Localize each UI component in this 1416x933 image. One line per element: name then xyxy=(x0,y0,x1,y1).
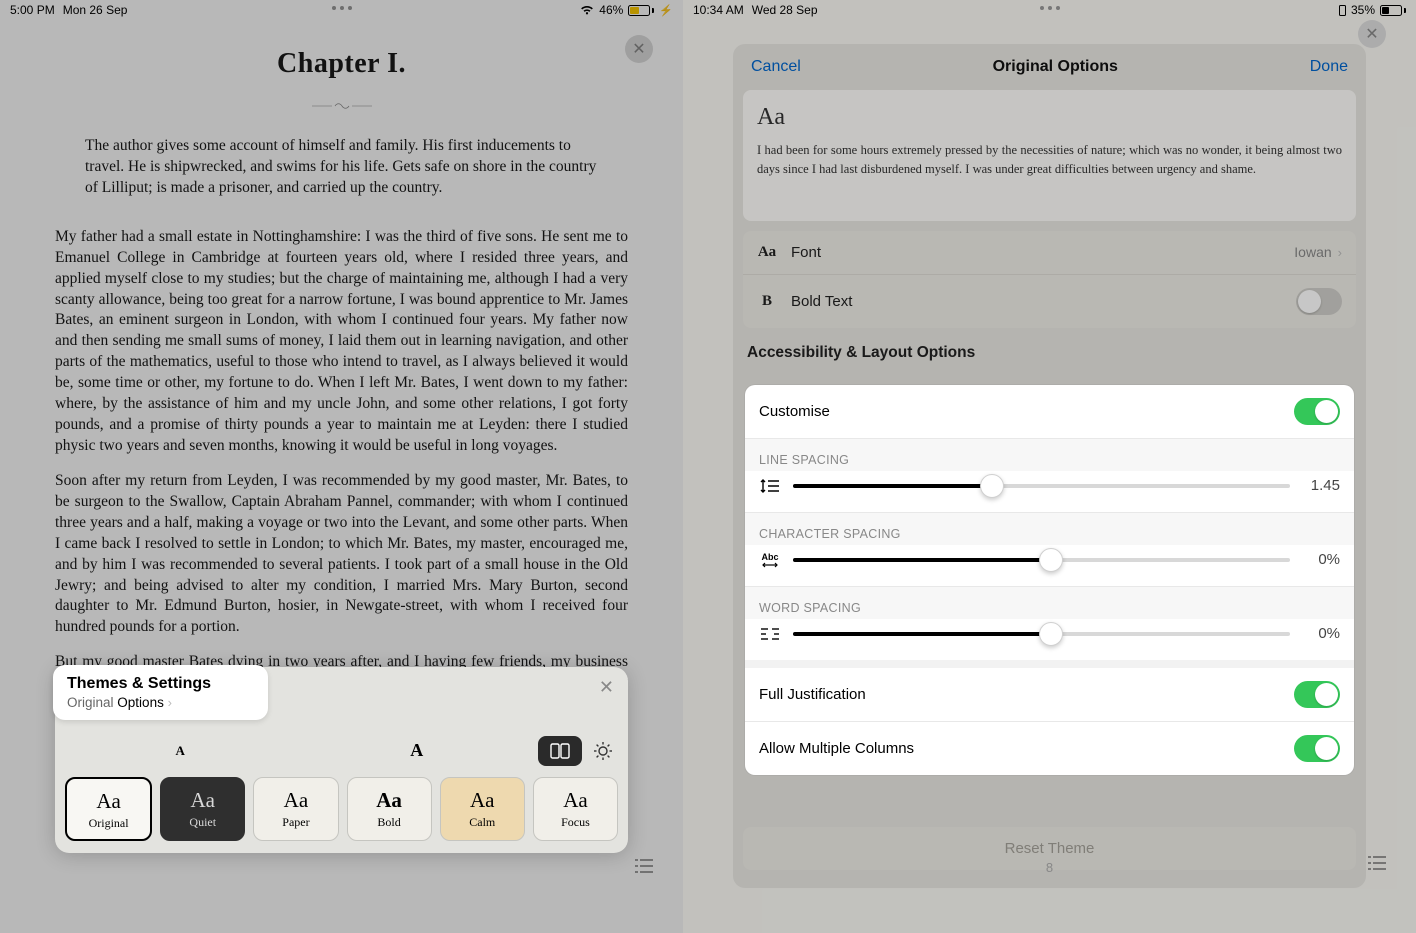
decrease-font-button[interactable]: A xyxy=(65,735,296,767)
theme-card-paper[interactable]: AaPaper xyxy=(253,777,338,841)
chevron-right-icon: › xyxy=(1338,245,1342,260)
line-spacing-slider-row: 1.45 xyxy=(745,471,1354,513)
chevron-right-icon: › xyxy=(168,695,172,710)
page-scroll-icon xyxy=(550,743,570,759)
accessibility-section-header: Accessibility & Layout Options xyxy=(733,328,1366,370)
themes-settings-popover: ✕ Themes & Settings Original Options › A… xyxy=(55,667,628,853)
divider-ornament xyxy=(55,98,628,116)
theme-card-original[interactable]: AaOriginal xyxy=(65,777,152,841)
preview-text: I had been for some hours extremely pres… xyxy=(757,141,1342,179)
word-spacing-header: WORD SPACING xyxy=(745,587,1354,619)
line-spacing-header: LINE SPACING xyxy=(745,439,1354,471)
bold-icon: B xyxy=(757,293,777,310)
multi-columns-row[interactable]: Allow Multiple Columns xyxy=(745,722,1354,775)
char-spacing-header: CHARACTER SPACING xyxy=(745,513,1354,545)
themes-subtitle[interactable]: Original Options › xyxy=(67,695,254,710)
full-justification-label: Full Justification xyxy=(759,686,866,703)
battery-percent: 35% xyxy=(1351,3,1375,17)
customise-label: Customise xyxy=(759,403,830,420)
multitask-dots[interactable] xyxy=(1040,6,1060,10)
menu-icon[interactable] xyxy=(1368,856,1386,875)
body-paragraph: My father had a small estate in Nottingh… xyxy=(55,227,628,457)
brightness-button[interactable] xyxy=(588,736,618,766)
customise-switch[interactable] xyxy=(1294,398,1340,425)
full-justification-row[interactable]: Full Justification xyxy=(745,668,1354,722)
close-icon[interactable]: ✕ xyxy=(599,677,614,698)
multitask-dots[interactable] xyxy=(332,6,352,10)
preview-aa: Aa xyxy=(757,104,1342,131)
bold-label: Bold Text xyxy=(791,293,852,310)
theme-card-focus[interactable]: AaFocus xyxy=(533,777,618,841)
cancel-button[interactable]: Cancel xyxy=(751,58,801,76)
close-button[interactable]: ✕ xyxy=(625,35,653,63)
preview-box: Aa I had been for some hours extremely p… xyxy=(743,90,1356,221)
menu-icon[interactable] xyxy=(635,859,653,878)
word-spacing-value: 0% xyxy=(1302,625,1340,642)
chapter-title: Chapter I. xyxy=(55,48,628,80)
battery-icon xyxy=(1380,5,1406,16)
font-icon: Aa xyxy=(757,244,777,261)
body-paragraph: Soon after my return from Leyden, I was … xyxy=(55,471,628,638)
battery-percent: 46% xyxy=(599,3,623,17)
font-value: Iowan xyxy=(1294,244,1331,260)
line-spacing-icon xyxy=(759,478,781,494)
status-time: 5:00 PM xyxy=(10,3,55,17)
full-justification-switch[interactable] xyxy=(1294,681,1340,708)
bold-text-row[interactable]: B Bold Text xyxy=(743,275,1356,328)
multi-columns-switch[interactable] xyxy=(1294,735,1340,762)
line-spacing-value: 1.45 xyxy=(1302,477,1340,494)
theme-card-calm[interactable]: AaCalm xyxy=(440,777,525,841)
font-row[interactable]: Aa Font Iowan › xyxy=(743,231,1356,275)
battery-icon xyxy=(628,5,654,16)
theme-card-quiet[interactable]: AaQuiet xyxy=(160,777,245,841)
theme-card-bold[interactable]: AaBold xyxy=(347,777,432,841)
word-spacing-slider[interactable] xyxy=(793,632,1290,636)
close-button[interactable]: ✕ xyxy=(1358,20,1386,48)
accessibility-active-panel: Customise LINE SPACING 1.45 CHARACTER SP… xyxy=(745,385,1354,775)
wifi-icon xyxy=(580,5,594,16)
char-spacing-slider-row: Abc 0% xyxy=(745,545,1354,587)
line-spacing-slider[interactable] xyxy=(793,484,1290,488)
char-spacing-icon: Abc xyxy=(759,552,781,568)
brightness-icon xyxy=(593,741,613,761)
char-spacing-slider[interactable] xyxy=(793,558,1290,562)
sheet-title: Original Options xyxy=(993,58,1118,76)
page-number: 8 xyxy=(1046,860,1053,875)
font-label: Font xyxy=(791,244,821,261)
status-time: 10:34 AM xyxy=(693,3,744,17)
customise-row[interactable]: Customise xyxy=(745,385,1354,439)
status-date: Mon 26 Sep xyxy=(63,3,128,17)
bold-text-switch[interactable] xyxy=(1296,288,1342,315)
word-spacing-slider-row: 0% xyxy=(745,619,1354,668)
status-bar: 5:00 PM Mon 26 Sep 46% ⚡ xyxy=(0,0,683,20)
chapter-synopsis: The author gives some account of himself… xyxy=(85,136,598,199)
themes-header[interactable]: Themes & Settings Original Options › xyxy=(53,665,268,720)
increase-font-button[interactable]: A xyxy=(302,732,533,769)
word-spacing-icon xyxy=(759,627,781,641)
scroll-view-toggle[interactable] xyxy=(538,736,582,766)
status-date: Wed 28 Sep xyxy=(752,3,818,17)
charging-icon: ⚡ xyxy=(659,4,673,17)
multi-columns-label: Allow Multiple Columns xyxy=(759,740,914,757)
themes-title: Themes & Settings xyxy=(67,675,254,693)
status-bar: 10:34 AM Wed 28 Sep 35% xyxy=(683,0,1416,20)
orientation-lock-icon xyxy=(1339,5,1346,16)
done-button[interactable]: Done xyxy=(1310,58,1348,76)
char-spacing-value: 0% xyxy=(1302,551,1340,568)
